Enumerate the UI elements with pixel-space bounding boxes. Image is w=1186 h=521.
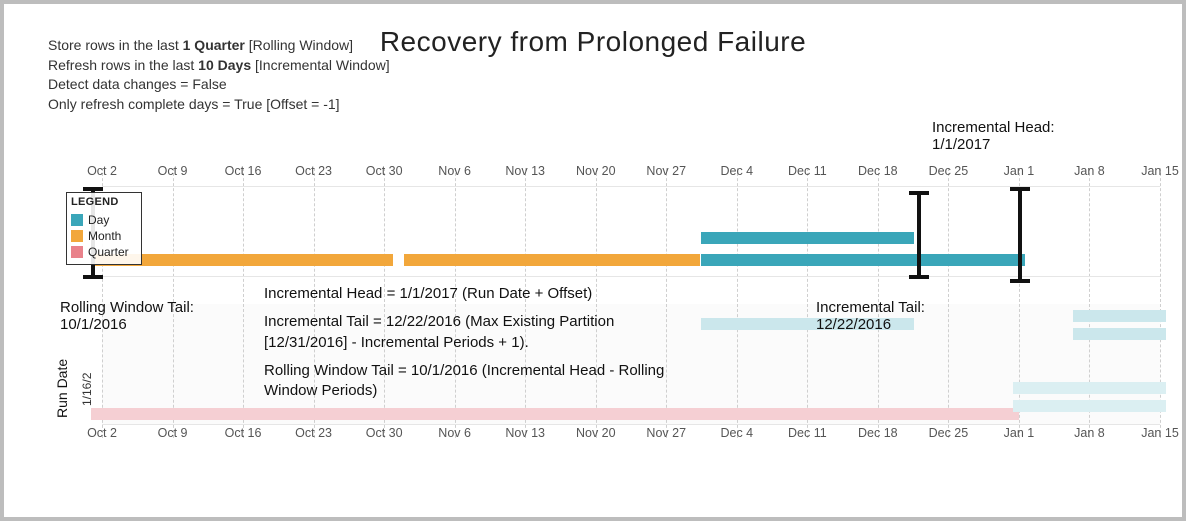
day-square [902, 232, 914, 244]
annotation-rolling-tail: Rolling Window Tail: 10/1/2016 [60, 300, 194, 333]
legend: LEGEND Day Month Quarter [66, 192, 142, 265]
legend-quarter: Quarter [71, 244, 137, 260]
annotation-incremental-head: Incremental Head: 1/1/2017 [932, 120, 1055, 153]
config-refresh: Refresh rows in the last 10 Days [Increm… [48, 56, 390, 76]
description-line: Rolling Window Tail = 10/1/2016 (Increme… [264, 361, 694, 402]
config-detect: Detect data changes = False [48, 75, 390, 95]
month-bar [404, 254, 700, 266]
incremental-head-marker [1018, 188, 1022, 282]
y-axis-label: Run Date [54, 359, 70, 418]
legend-day: Day [71, 212, 137, 228]
day-square [1154, 310, 1166, 322]
day-square [1154, 382, 1166, 394]
figure-frame: Recovery from Prolonged Failure Store ro… [0, 0, 1186, 521]
day-square [1154, 328, 1166, 340]
quarter-bar-faint [91, 408, 1019, 420]
incremental-tail-marker [917, 192, 921, 278]
y-axis-tick: 1/16/2 [80, 373, 94, 406]
figure-inner: Recovery from Prolonged Failure Store ro… [24, 18, 1162, 503]
swatch-icon [71, 214, 83, 226]
annotation-incremental-tail: Incremental Tail: 12/22/2016 [816, 300, 925, 333]
description-line: Incremental Tail = 12/22/2016 (Max Exist… [264, 312, 694, 353]
swatch-icon [71, 230, 83, 242]
description-block: Incremental Head = 1/1/2017 (Run Date + … [264, 284, 694, 401]
config-only-complete: Only refresh complete days = True [Offse… [48, 95, 390, 115]
description-line: Incremental Head = 1/1/2017 (Run Date + … [264, 284, 694, 304]
legend-title: LEGEND [71, 195, 137, 210]
config-store: Store rows in the last 1 Quarter [Rollin… [48, 36, 390, 56]
config-block: Store rows in the last 1 Quarter [Rollin… [48, 36, 390, 114]
day-square [1154, 400, 1166, 412]
legend-month: Month [71, 228, 137, 244]
swatch-icon [71, 246, 83, 258]
